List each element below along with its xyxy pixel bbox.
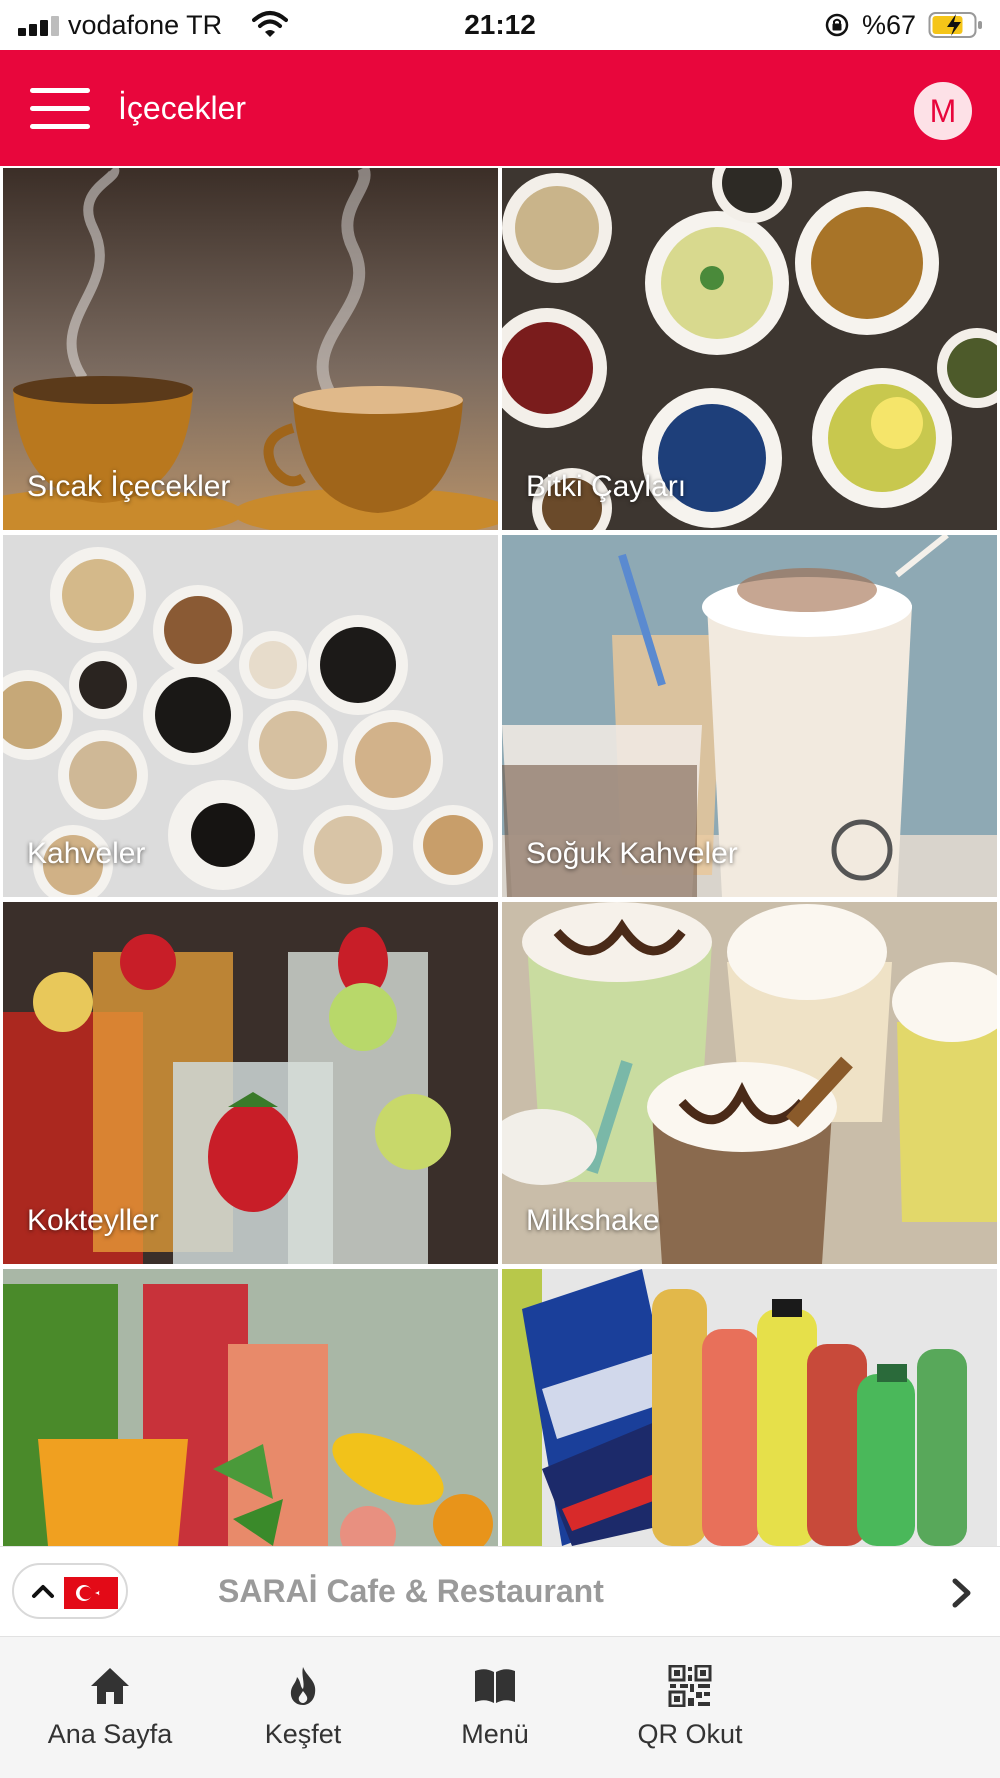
category-tile-iced-coffees[interactable]: Soğuk Kahveler <box>502 535 997 897</box>
nav-qr-scan[interactable]: QR Okut <box>595 1665 785 1765</box>
category-tile-milkshake[interactable]: Milkshake <box>502 902 997 1264</box>
page-title: İçecekler <box>118 90 247 126</box>
nav-qr-scan-label: QR Okut <box>637 1719 743 1749</box>
battery-percentage: %67 <box>862 10 917 40</box>
status-bar: vodafone TR 21:12 %67 <box>0 0 1000 50</box>
nav-home-label: Ana Sayfa <box>47 1719 173 1749</box>
nav-menu[interactable]: Menü <box>400 1665 590 1765</box>
flame-icon <box>290 1667 316 1705</box>
chevron-right-icon[interactable] <box>950 1573 974 1613</box>
chevron-up-icon <box>32 1585 54 1598</box>
turkey-flag-icon <box>64 1577 118 1609</box>
category-label: Milkshake <box>526 1204 660 1237</box>
category-tile-juices[interactable] <box>3 1269 498 1546</box>
category-tile-hot-drinks[interactable]: Sıcak İçecekler <box>3 168 498 530</box>
category-label: Sıcak İçecekler <box>27 470 231 503</box>
battery-charging-icon <box>928 12 982 38</box>
category-tile-coffees[interactable]: Kahveler <box>3 535 498 897</box>
juices-image <box>3 1269 498 1546</box>
clock: 21:12 <box>464 9 536 40</box>
category-label: Bitki Çayları <box>526 470 687 503</box>
category-label: Kokteyller <box>27 1204 159 1237</box>
category-label: Soğuk Kahveler <box>526 837 738 870</box>
home-icon <box>91 1668 129 1704</box>
category-tile-herbal-teas[interactable]: Bitki Çayları <box>502 168 997 530</box>
nav-home[interactable]: Ana Sayfa <box>15 1665 205 1765</box>
soft-drinks-image <box>502 1269 997 1546</box>
avatar[interactable]: M <box>914 82 972 140</box>
restaurant-bar: SARAİ Cafe & Restaurant <box>0 1546 1000 1636</box>
restaurant-name: SARAİ Cafe & Restaurant <box>218 1573 604 1609</box>
app-header: İçecekler M <box>0 50 1000 166</box>
category-tile-cocktails[interactable]: Kokteyller <box>3 902 498 1264</box>
book-icon <box>475 1669 515 1703</box>
bottom-navigation: Ana Sayfa Keşfet Menü QR Okut <box>0 1636 1000 1778</box>
category-grid: Sıcak İçecekler Bitki Çayları Kahveler S… <box>0 166 1000 1546</box>
nav-explore-label: Keşfet <box>264 1719 342 1749</box>
rotation-lock-icon <box>825 13 849 37</box>
language-selector-button[interactable] <box>12 1563 128 1619</box>
nav-menu-label: Menü <box>461 1719 529 1749</box>
category-label: Kahveler <box>27 837 146 870</box>
nav-explore[interactable]: Keşfet <box>208 1665 398 1765</box>
hamburger-menu-icon[interactable] <box>30 88 90 130</box>
qr-code-icon <box>668 1665 712 1707</box>
category-tile-soft-drinks[interactable] <box>502 1269 997 1546</box>
